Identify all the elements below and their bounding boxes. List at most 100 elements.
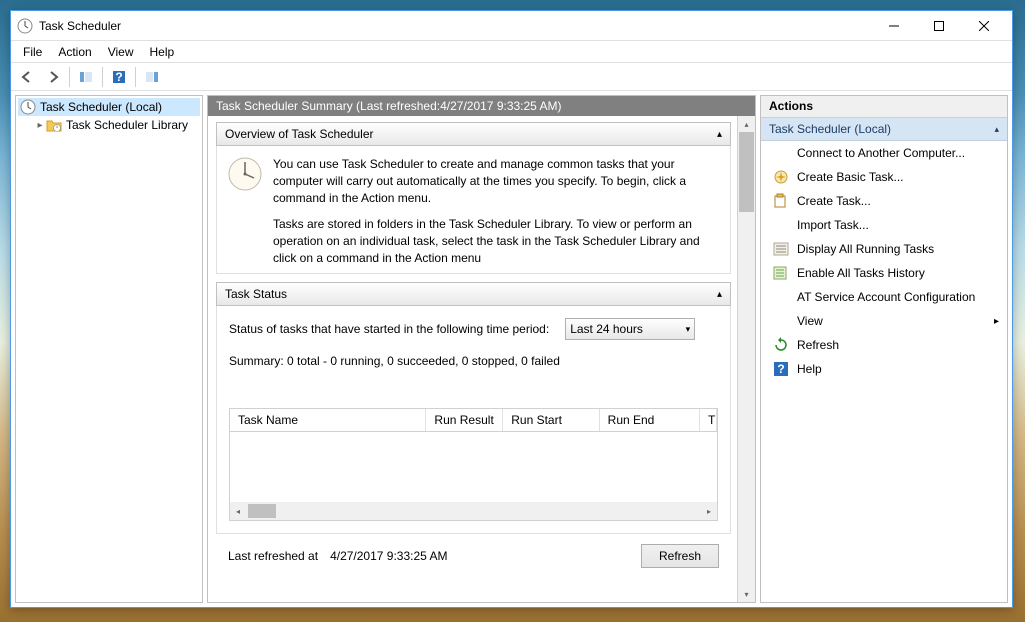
window-controls: [871, 12, 1006, 40]
close-button[interactable]: [961, 12, 1006, 40]
scroll-left-icon[interactable]: ◂: [230, 507, 246, 516]
col-run-result[interactable]: Run Result: [426, 409, 503, 431]
col-run-end[interactable]: Run End: [600, 409, 700, 431]
status-summary: Summary: 0 total - 0 running, 0 succeede…: [229, 354, 718, 368]
toolbar-separator: [102, 67, 103, 87]
actions-section-head[interactable]: Task Scheduler (Local) ▴: [761, 118, 1007, 141]
status-table-head: Task Name Run Result Run Start Run End T: [230, 409, 717, 432]
action-create-task[interactable]: Create Task...: [761, 189, 1007, 213]
col-t[interactable]: T: [700, 409, 717, 431]
summary-header-prefix: Task Scheduler Summary (Last refreshed:: [216, 99, 440, 113]
chevron-down-icon: ▾: [686, 324, 691, 335]
action-display-running[interactable]: Display All Running Tasks: [761, 237, 1007, 261]
show-hide-action-button[interactable]: [140, 65, 164, 89]
action-display-running-label: Display All Running Tasks: [797, 242, 934, 256]
status-panel-head[interactable]: Task Status ▴: [216, 282, 731, 306]
chevron-right-icon: ▸: [994, 316, 999, 327]
scroll-down-icon[interactable]: ▾: [738, 586, 755, 602]
summary-header: Task Scheduler Summary (Last refreshed: …: [208, 96, 755, 116]
action-help[interactable]: ? Help: [761, 357, 1007, 381]
overview-p1: You can use Task Scheduler to create and…: [273, 156, 720, 206]
clock-large-icon: [227, 156, 263, 267]
actions-title: Actions: [761, 96, 1007, 118]
action-refresh-label: Refresh: [797, 338, 839, 352]
refresh-button-label: Refresh: [659, 549, 701, 563]
refresh-button[interactable]: Refresh: [641, 544, 719, 568]
action-create-basic-label: Create Basic Task...: [797, 170, 904, 184]
blank-icon: [773, 217, 789, 233]
action-enable-history-label: Enable All Tasks History: [797, 266, 925, 280]
last-refreshed-time: 4/27/2017 9:33:25 AM: [330, 549, 447, 563]
titlebar: Task Scheduler: [11, 11, 1012, 41]
maximize-button[interactable]: [916, 12, 961, 40]
action-connect[interactable]: Connect to Another Computer...: [761, 141, 1007, 165]
actions-section-label: Task Scheduler (Local): [769, 122, 891, 136]
action-at-config[interactable]: AT Service Account Configuration: [761, 285, 1007, 309]
vertical-scrollbar[interactable]: ▴ ▾: [737, 116, 755, 602]
footer-row: Last refreshed at 4/27/2017 9:33:25 AM R…: [216, 534, 731, 578]
blank-icon: [773, 313, 789, 329]
blank-icon: [773, 145, 789, 161]
summary-pane: Task Scheduler Summary (Last refreshed: …: [207, 95, 756, 603]
blank-icon: [773, 289, 789, 305]
overview-title: Overview of Task Scheduler: [225, 127, 374, 141]
last-refreshed-prefix: Last refreshed at: [228, 549, 318, 563]
help-button[interactable]: ?: [107, 65, 131, 89]
window-title: Task Scheduler: [39, 19, 871, 33]
scroll-up-icon[interactable]: ▴: [738, 116, 755, 132]
minimize-button[interactable]: [871, 12, 916, 40]
history-icon: [773, 265, 789, 281]
show-hide-tree-button[interactable]: [74, 65, 98, 89]
action-import-label: Import Task...: [797, 218, 869, 232]
app-icon: [17, 18, 33, 34]
summary-header-time: 4/27/2017 9:33:25 AM: [440, 99, 557, 113]
summary-header-suffix: ): [558, 99, 562, 113]
tree-library-label: Task Scheduler Library: [66, 118, 188, 132]
col-run-start[interactable]: Run Start: [503, 409, 599, 431]
actions-pane: Actions Task Scheduler (Local) ▴ Connect…: [760, 95, 1008, 603]
action-enable-history[interactable]: Enable All Tasks History: [761, 261, 1007, 285]
back-button[interactable]: [15, 65, 39, 89]
overview-panel-head[interactable]: Overview of Task Scheduler ▴: [216, 122, 731, 146]
action-view[interactable]: View ▸: [761, 309, 1007, 333]
action-help-label: Help: [797, 362, 822, 376]
action-view-label: View: [797, 314, 823, 328]
action-create-task-label: Create Task...: [797, 194, 871, 208]
help-icon: ?: [773, 361, 789, 377]
tree-root-label: Task Scheduler (Local): [40, 100, 162, 114]
task-scheduler-window: Task Scheduler File Action View Help ? T…: [10, 10, 1013, 608]
folder-icon: [46, 117, 62, 133]
content-area: Task Scheduler (Local) ▸ Task Scheduler …: [11, 91, 1012, 607]
horizontal-scrollbar[interactable]: ◂ ▸: [230, 502, 717, 520]
col-task-name[interactable]: Task Name: [230, 409, 426, 431]
status-table: Task Name Run Result Run Start Run End T…: [229, 408, 718, 521]
collapse-icon[interactable]: ▴: [717, 289, 722, 300]
tree-library[interactable]: ▸ Task Scheduler Library: [18, 116, 200, 134]
overview-body: You can use Task Scheduler to create and…: [216, 146, 731, 274]
status-title: Task Status: [225, 287, 287, 301]
action-import[interactable]: Import Task...: [761, 213, 1007, 237]
overview-text: You can use Task Scheduler to create and…: [273, 156, 720, 267]
scroll-thumb[interactable]: [248, 504, 276, 518]
status-table-body: [230, 432, 717, 502]
menu-view[interactable]: View: [100, 43, 142, 61]
status-period-label: Status of tasks that have started in the…: [229, 322, 549, 336]
menu-file[interactable]: File: [15, 43, 50, 61]
period-select[interactable]: Last 24 hours ▾: [565, 318, 695, 340]
forward-button[interactable]: [41, 65, 65, 89]
toolbar-separator: [69, 67, 70, 87]
action-create-basic[interactable]: Create Basic Task...: [761, 165, 1007, 189]
tree-root[interactable]: Task Scheduler (Local): [18, 98, 200, 116]
action-at-config-label: AT Service Account Configuration: [797, 290, 975, 304]
svg-text:?: ?: [777, 362, 784, 376]
collapse-icon[interactable]: ▴: [717, 129, 722, 140]
collapse-icon: ▴: [994, 124, 999, 135]
scroll-thumb[interactable]: [739, 132, 754, 212]
menu-action[interactable]: Action: [50, 43, 99, 61]
scroll-right-icon[interactable]: ▸: [701, 507, 717, 516]
menu-help[interactable]: Help: [142, 43, 183, 61]
tree-pane: Task Scheduler (Local) ▸ Task Scheduler …: [15, 95, 203, 603]
action-refresh[interactable]: Refresh: [761, 333, 1007, 357]
chevron-right-icon[interactable]: ▸: [34, 120, 46, 131]
task-icon: [773, 193, 789, 209]
